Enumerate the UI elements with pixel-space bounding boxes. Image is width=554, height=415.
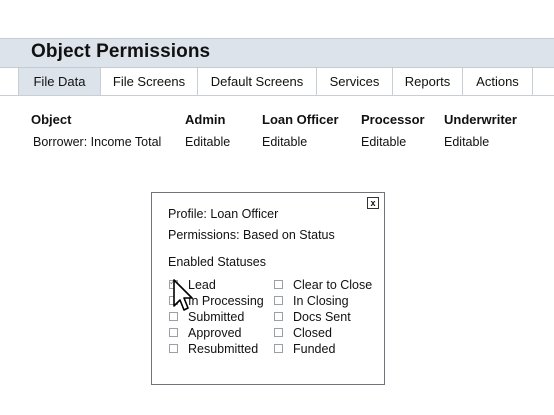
checkbox-funded[interactable]: [274, 344, 283, 353]
enabled-statuses-heading: Enabled Statuses: [168, 255, 266, 269]
profile-label: Profile: Loan Officer: [168, 207, 279, 221]
table-cell-loan-officer[interactable]: Editable: [262, 135, 307, 149]
tab-reports[interactable]: Reports: [392, 68, 462, 95]
permissions-label: Permissions: Based on Status: [168, 228, 335, 242]
tab-default-screens[interactable]: Default Screens: [197, 68, 316, 95]
permissions-table: Object Admin Loan Officer Processor Unde…: [0, 110, 554, 160]
table-cell-processor[interactable]: Editable: [361, 135, 406, 149]
tab-file-screens[interactable]: File Screens: [100, 68, 197, 95]
checkbox-resubmitted[interactable]: [169, 344, 178, 353]
tab-actions[interactable]: Actions: [462, 68, 533, 95]
title-bar: Object Permissions: [0, 38, 554, 68]
table-cell-object: Borrower: Income Total: [33, 135, 162, 149]
column-header-admin: Admin: [185, 112, 226, 127]
checkbox-closed[interactable]: [274, 328, 283, 337]
column-header-processor: Processor: [361, 112, 425, 127]
checkbox-submitted[interactable]: [169, 312, 178, 321]
tab-services[interactable]: Services: [316, 68, 392, 95]
checkbox-approved[interactable]: [169, 328, 178, 337]
table-cell-admin[interactable]: Editable: [185, 135, 230, 149]
table-cell-underwriter[interactable]: Editable: [444, 135, 489, 149]
close-icon[interactable]: x: [367, 197, 379, 209]
column-header-object: Object: [31, 112, 72, 127]
column-header-underwriter: Underwriter: [444, 112, 517, 127]
column-header-loan-officer: Loan Officer: [262, 112, 339, 127]
tab-bar: File Data File Screens Default Screens S…: [0, 68, 554, 96]
checkbox-docs-sent[interactable]: [274, 312, 283, 321]
tab-file-data[interactable]: File Data: [18, 68, 100, 95]
checkbox-in-closing[interactable]: [274, 296, 283, 305]
checkbox-clear-to-close[interactable]: [274, 280, 283, 289]
page-title: Object Permissions: [31, 41, 211, 62]
mouse-pointer-icon: [173, 279, 193, 311]
